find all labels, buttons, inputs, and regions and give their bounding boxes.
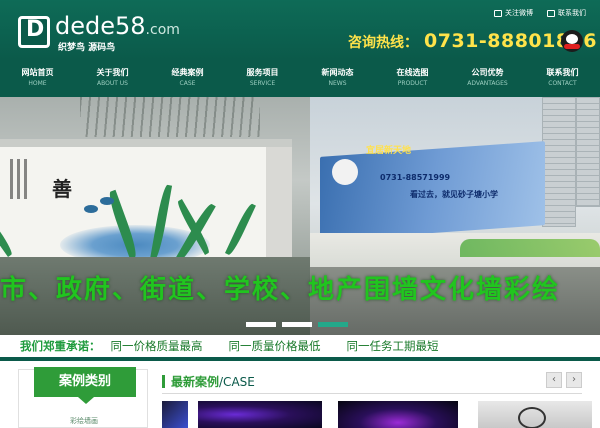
nav-en: CONTACT — [548, 80, 577, 87]
nav-item-service[interactable]: 服务项目 SERVICE — [225, 63, 300, 93]
nav-item-home[interactable]: 网站首页 HOME — [0, 63, 75, 93]
category-item[interactable]: 彩绘墙画 — [19, 416, 149, 426]
prev-arrow-icon[interactable]: ‹ — [546, 372, 562, 388]
logo-name: dede58.com — [55, 12, 180, 40]
cases-section: 案例类别 彩绘墙画 最新案例 /CASE ‹ › — [0, 357, 600, 428]
nav-cn: 网站首页 — [21, 68, 54, 77]
nav-en: ADVANTAGES — [467, 80, 508, 87]
nav-item-about[interactable]: 关于我们 ABOUT US — [75, 63, 150, 93]
bird-icon — [100, 197, 114, 205]
nav-item-case[interactable]: 经典案例 CASE — [150, 63, 225, 93]
weibo-icon — [494, 9, 502, 17]
follow-weibo-link[interactable]: 关注微博 — [494, 8, 533, 18]
logo-name-text: dede58 — [55, 12, 146, 40]
building — [576, 97, 600, 207]
logo-domain: .com — [145, 22, 180, 38]
hotline: 咨询热线： 0731-88801806 — [348, 30, 597, 52]
building — [542, 97, 576, 227]
billboard-text: 看过去，就见砂子塘小学 — [410, 190, 498, 199]
contact-us-label: 联系我们 — [558, 9, 586, 17]
calligraphy-lines — [10, 159, 36, 209]
billboard-headline: 宜居新天地 — [366, 146, 412, 156]
category-sidebar: 案例类别 彩绘墙画 — [18, 367, 149, 428]
nav-cn: 服务项目 — [246, 68, 279, 77]
billboard-logo-icon — [332, 159, 358, 185]
promise-bar: 我们郑重承诺： 同一价格质量最高 同一质量价格最低 同一任务工期最短 — [0, 335, 600, 357]
nav-item-contact[interactable]: 联系我们 CONTACT — [525, 63, 600, 93]
nav-en: HOME — [28, 80, 47, 87]
site-logo[interactable]: dede58.com 织梦鸟 源码鸟 — [18, 12, 193, 56]
cases-title-cn: 最新案例 — [171, 375, 220, 389]
logo-mark-icon — [18, 16, 50, 48]
slider-dot-2[interactable] — [282, 322, 312, 327]
calligraphy-character: 善 — [52, 177, 72, 201]
logo-tagline: 织梦鸟 源码鸟 — [58, 43, 116, 53]
nav-cn: 在线选图 — [396, 68, 429, 77]
main-nav: 网站首页 HOME 关于我们 ABOUT US 经典案例 CASE 服务项目 SERVI… — [0, 63, 600, 93]
follow-weibo-label: 关注微博 — [505, 9, 533, 17]
top-links: 关注微博 联系我们 — [494, 8, 586, 18]
promise-title: 我们郑重承诺： — [20, 339, 101, 353]
category-title: 案例类别 — [34, 367, 136, 404]
wall-pillar — [266, 147, 292, 257]
site-header: 关注微博 联系我们 dede58.com 织梦鸟 源码鸟 咨询热线： 0731-… — [0, 0, 600, 97]
contact-us-link[interactable]: 联系我们 — [547, 8, 586, 18]
promise-item: 同一价格质量最高 — [110, 339, 203, 353]
nav-item-advantages[interactable]: 公司优势 ADVANTAGES — [450, 63, 525, 93]
cases-title-en: /CASE — [219, 374, 255, 389]
case-thumbnails — [162, 401, 592, 428]
case-thumbnail[interactable] — [198, 401, 322, 428]
nav-en: NEWS — [328, 80, 347, 87]
case-thumbnail[interactable] — [338, 401, 458, 428]
banner-slogan: 市、政府、街道、学校、地产围墙文化墙彩绘 — [0, 275, 561, 305]
nav-cn: 新闻动态 — [321, 68, 354, 77]
mail-icon — [547, 9, 555, 17]
case-thumbnail[interactable] — [162, 401, 188, 428]
bare-trees-texture — [80, 97, 260, 137]
nav-en: CASE — [179, 80, 196, 87]
promise-item: 同一质量价格最低 — [228, 339, 321, 353]
nav-cn: 经典案例 — [171, 68, 204, 77]
nav-en: ABOUT US — [96, 80, 128, 87]
heading-accent-bar — [162, 375, 165, 388]
fence-green-hills — [460, 239, 600, 257]
nav-item-product[interactable]: 在线选图 PRODUCT — [375, 63, 450, 93]
nav-en: PRODUCT — [397, 80, 428, 87]
bird-icon — [84, 205, 98, 213]
slider-dot-3[interactable] — [318, 322, 348, 327]
cases-heading: 最新案例 /CASE — [162, 373, 255, 390]
qq-penguin-icon[interactable] — [561, 30, 583, 52]
nav-cn: 公司优势 — [471, 68, 504, 77]
next-arrow-icon[interactable]: › — [566, 372, 582, 388]
nav-cn: 关于我们 — [96, 68, 129, 77]
hero-banner[interactable]: 善 宜居新天地 0731-88571999 看过去，就见砂子塘小学 市、政府、街… — [0, 97, 600, 335]
billboard-phone: 0731-88571999 — [380, 173, 451, 182]
hotline-label: 咨询热线： — [348, 35, 418, 51]
nav-item-news[interactable]: 新闻动态 NEWS — [300, 63, 375, 93]
slider-dots — [246, 322, 348, 327]
case-thumbnail[interactable] — [478, 401, 592, 428]
promise-item: 同一任务工期最短 — [346, 339, 439, 353]
nav-en: SERVICE — [249, 80, 276, 87]
nav-cn: 联系我们 — [546, 68, 579, 77]
heading-divider — [162, 393, 582, 394]
slider-dot-1[interactable] — [246, 322, 276, 327]
